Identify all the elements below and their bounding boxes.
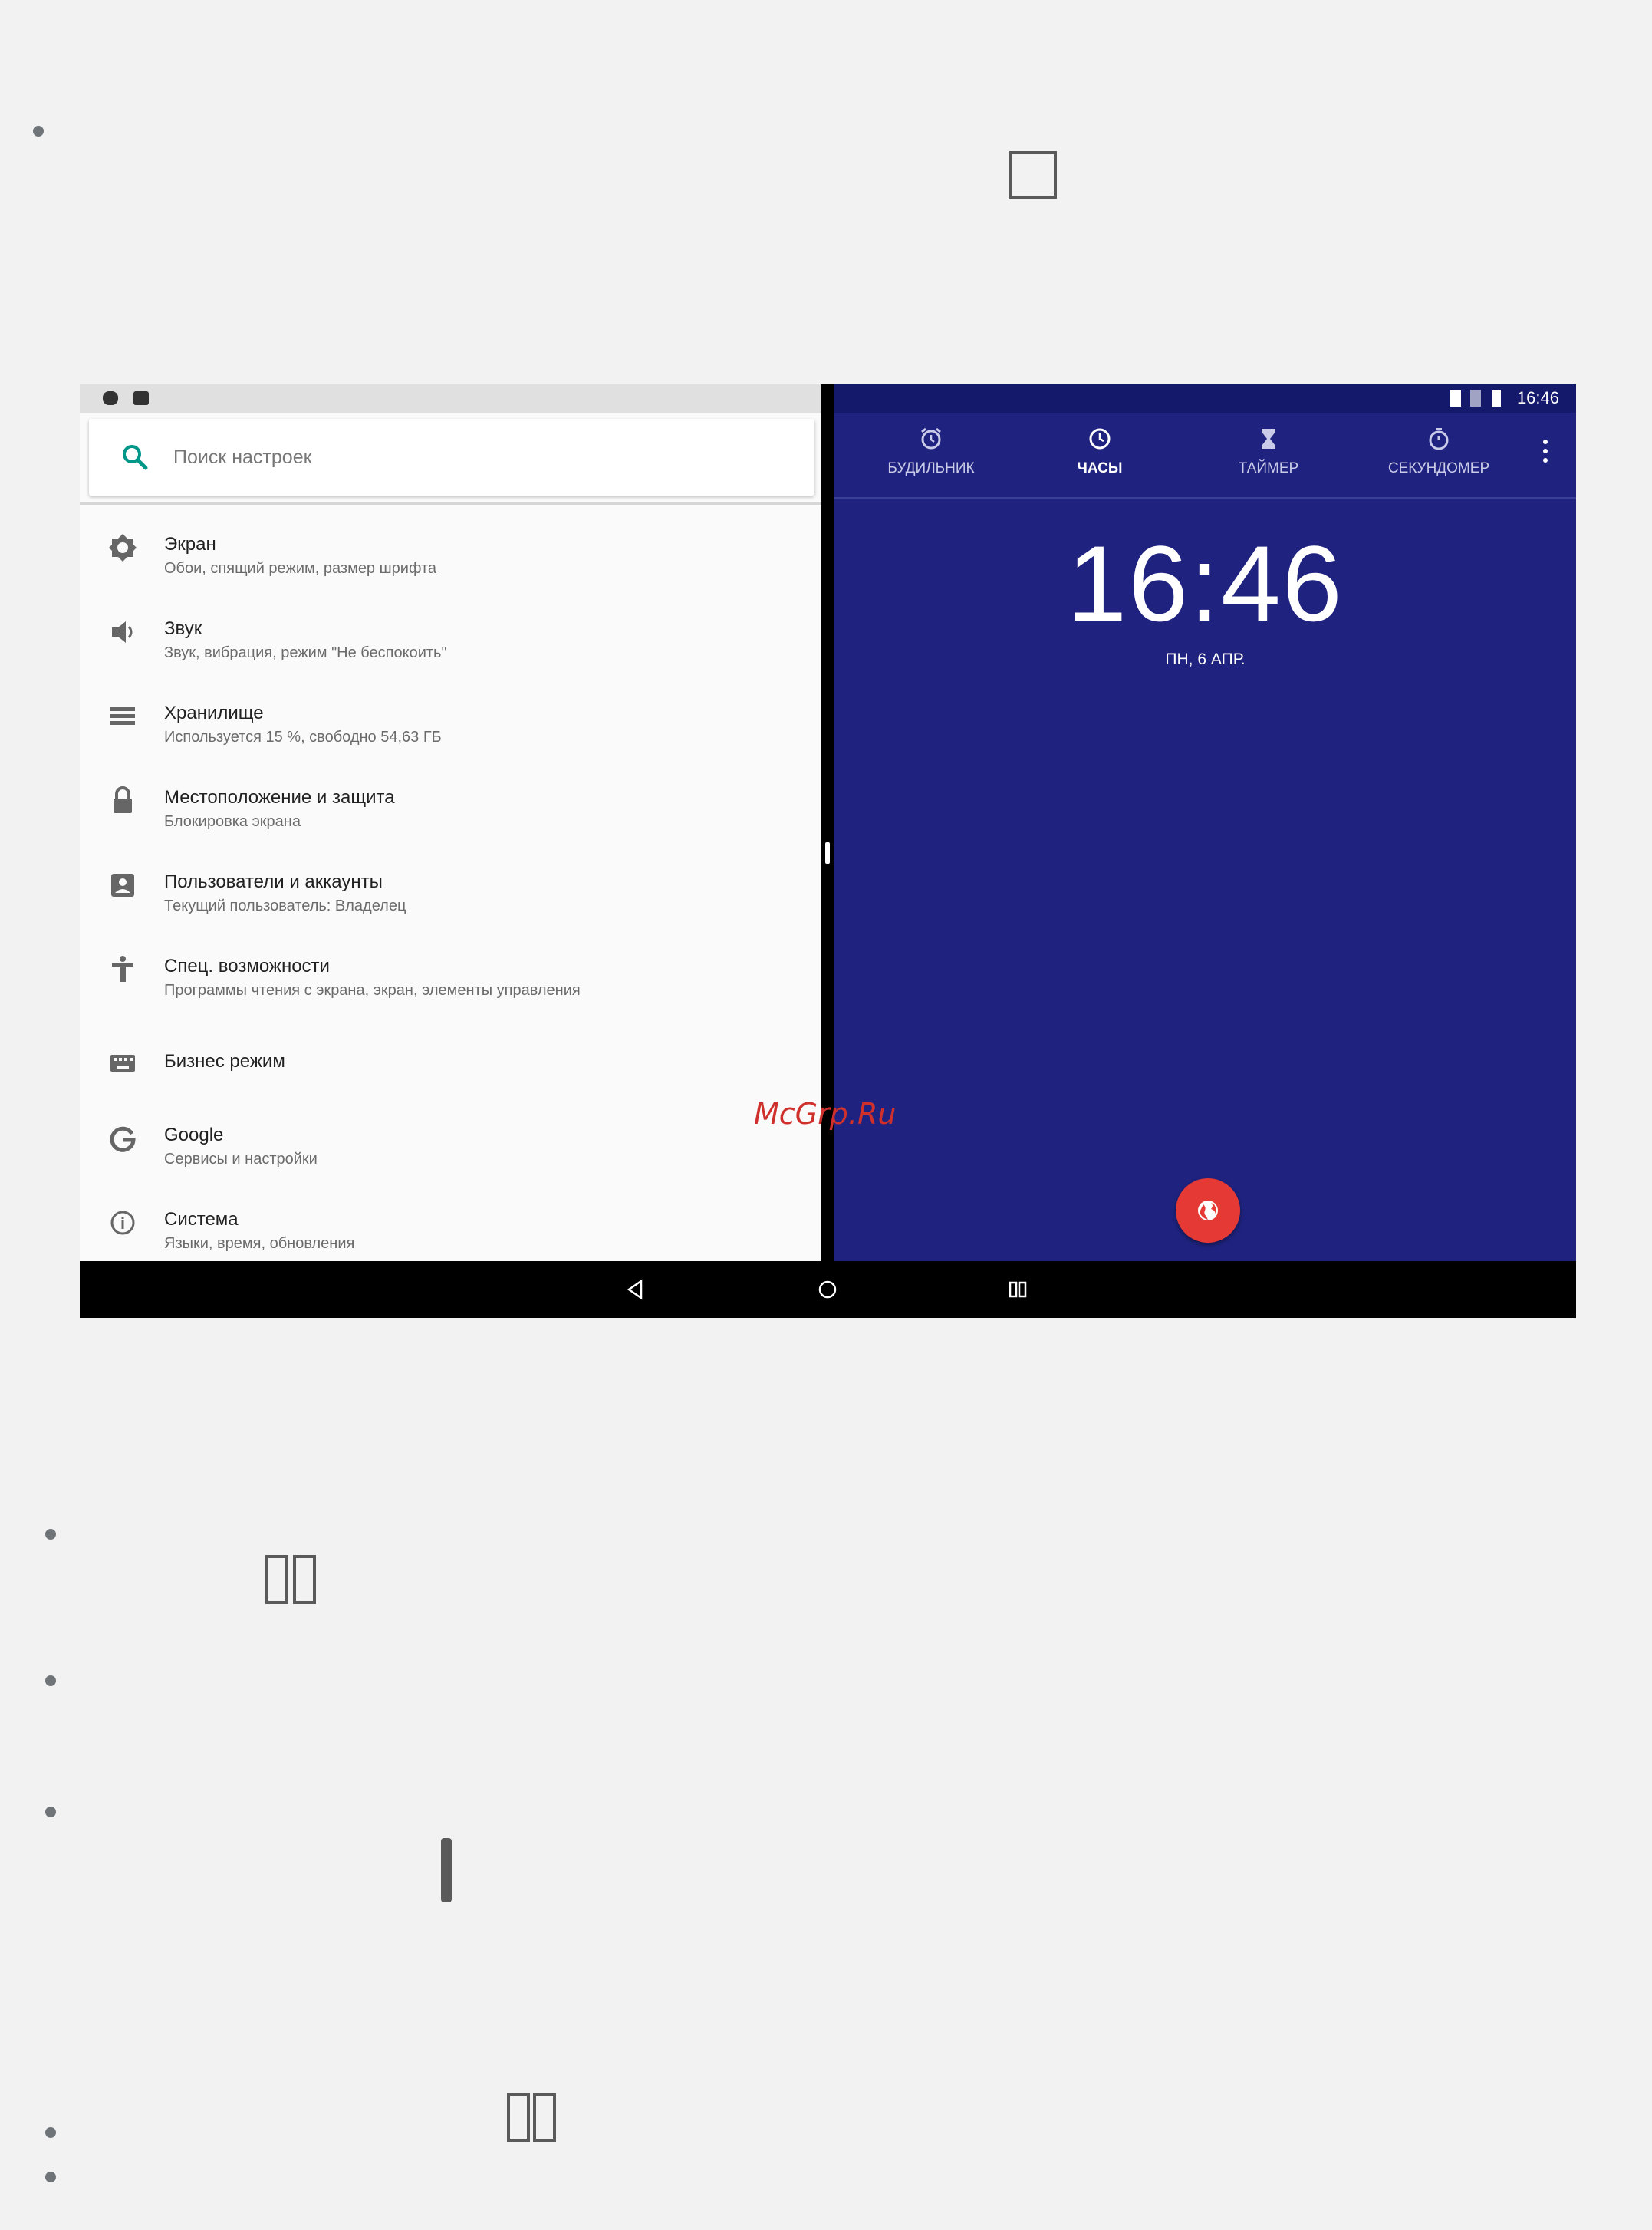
list-bullet (45, 1807, 56, 1817)
settings-pane: Поиск настроек Экран Обои, спящий режим,… (80, 384, 821, 1261)
vibrate-icon (1450, 390, 1461, 407)
tab-timer[interactable]: ТАЙМЕР (1192, 413, 1345, 497)
status-time: 16:46 (1516, 388, 1559, 407)
tab-label: БУДИЛЬНИК (887, 460, 975, 476)
watermark: McGrp.Ru (754, 1097, 897, 1131)
alarm-icon (921, 427, 941, 450)
settings-item-title: Хранилище (164, 703, 264, 723)
settings-item-subtitle: Блокировка экрана (164, 813, 301, 830)
list-bullet (45, 1675, 56, 1686)
settings-item-storage[interactable]: Хранилище Используется 15 %, свободно 54… (80, 683, 821, 767)
divider (80, 502, 821, 505)
settings-item-subtitle: Звук, вибрация, режим "Не беспокоить" (164, 644, 447, 661)
settings-item-subtitle: Текущий пользователь: Владелец (164, 898, 406, 914)
status-bar (80, 384, 821, 413)
settings-item-business-mode[interactable]: Бизнес режим (80, 1020, 821, 1105)
hourglass-icon (1262, 429, 1275, 449)
settings-item-title: Google (164, 1125, 224, 1145)
navigation-bar (80, 1261, 1576, 1318)
stopwatch-icon (1429, 428, 1449, 450)
list-bullet (45, 2127, 56, 2138)
settings-item-accessibility[interactable]: Спец. возможности Программы чтения с экр… (80, 936, 821, 1020)
split-screen-icon (265, 1555, 316, 1604)
settings-item-title: Бизнес режим (164, 1051, 285, 1072)
tab-label: ЧАСЫ (1077, 460, 1123, 476)
settings-item-subtitle: Обои, спящий режим, размер шрифта (164, 560, 437, 577)
settings-search-bar[interactable]: Поиск настроек (89, 419, 814, 496)
settings-item-subtitle: Используется 15 %, свободно 54,63 ГБ (164, 729, 442, 746)
accessibility-icon (112, 956, 133, 982)
list-bullet (33, 126, 44, 137)
settings-item-subtitle: Программы чтения с экрана, экран, элемен… (164, 982, 581, 999)
clock-date: ПН, 6 АПР. (1165, 651, 1246, 668)
lock-icon (114, 786, 132, 813)
world-clock-button[interactable] (1176, 1178, 1240, 1243)
tab-label: ТАЙМЕР (1238, 460, 1299, 476)
google-icon (110, 1126, 136, 1152)
list-bullet (45, 2172, 56, 2182)
list-bullet (45, 1529, 56, 1540)
split-screen-screenshot: Поиск настроек Экран Обои, спящий режим,… (80, 384, 1576, 1318)
status-bar: 16:46 (834, 384, 1576, 413)
info-icon (110, 1211, 135, 1235)
image-icon (133, 391, 149, 405)
battery-icon (1492, 390, 1501, 407)
account-icon (111, 874, 134, 897)
settings-item-accounts[interactable]: Пользователи и аккаунты Текущий пользова… (80, 851, 821, 936)
overview-square-icon (1009, 151, 1057, 199)
settings-item-title: Звук (164, 618, 202, 639)
split-divider-handle[interactable] (825, 842, 830, 864)
settings-item-subtitle: Сервисы и настройки (164, 1151, 318, 1168)
settings-item-sound[interactable]: Звук Звук, вибрация, режим "Не беспокоит… (80, 598, 821, 683)
tab-clock[interactable]: ЧАСЫ (1023, 413, 1176, 497)
keyboard-icon (110, 1055, 135, 1072)
clock-tab-bar: БУДИЛЬНИК ЧАСЫ ТАЙМЕР СЕКУНДОМЕР (834, 413, 1576, 499)
split-screen-icon[interactable] (1005, 1276, 1031, 1303)
search-icon (123, 445, 148, 470)
settings-item-title: Местоположение и защита (164, 787, 395, 808)
storage-icon (110, 707, 135, 725)
back-icon[interactable] (623, 1276, 649, 1303)
settings-item-title: Пользователи и аккаунты (164, 871, 383, 892)
tab-alarm[interactable]: БУДИЛЬНИК (854, 413, 1008, 497)
brightness-icon (109, 534, 137, 562)
globe-icon (1198, 1201, 1218, 1220)
no-sim-icon (1470, 390, 1481, 407)
settings-item-security[interactable]: Местоположение и защита Блокировка экран… (80, 767, 821, 851)
settings-item-google[interactable]: Google Сервисы и настройки (80, 1105, 821, 1189)
more-vert-icon[interactable] (1542, 436, 1548, 466)
settings-item-subtitle: Языки, время, обновления (164, 1235, 355, 1252)
tab-stopwatch[interactable]: СЕКУНДОМЕР (1362, 413, 1515, 497)
search-input[interactable]: Поиск настроек (173, 419, 312, 496)
clock-pane: 16:46 БУДИЛЬНИК ЧАСЫ ТАЙМЕР СЕКУНДОМЕР 1… (834, 384, 1576, 1261)
home-icon[interactable] (814, 1276, 841, 1303)
divider-bar-icon (441, 1838, 452, 1902)
notification-icon (103, 391, 118, 405)
clock-icon (1089, 428, 1111, 450)
volume-icon (112, 621, 133, 643)
settings-item-title: Система (164, 1209, 239, 1230)
tab-label: СЕКУНДОМЕР (1387, 460, 1490, 476)
clock-time: 16:46 (1067, 523, 1344, 644)
split-screen-icon (507, 2093, 556, 2142)
settings-item-title: Экран (164, 534, 216, 555)
settings-item-display[interactable]: Экран Обои, спящий режим, размер шрифта (80, 514, 821, 598)
settings-item-title: Спец. возможности (164, 956, 330, 977)
